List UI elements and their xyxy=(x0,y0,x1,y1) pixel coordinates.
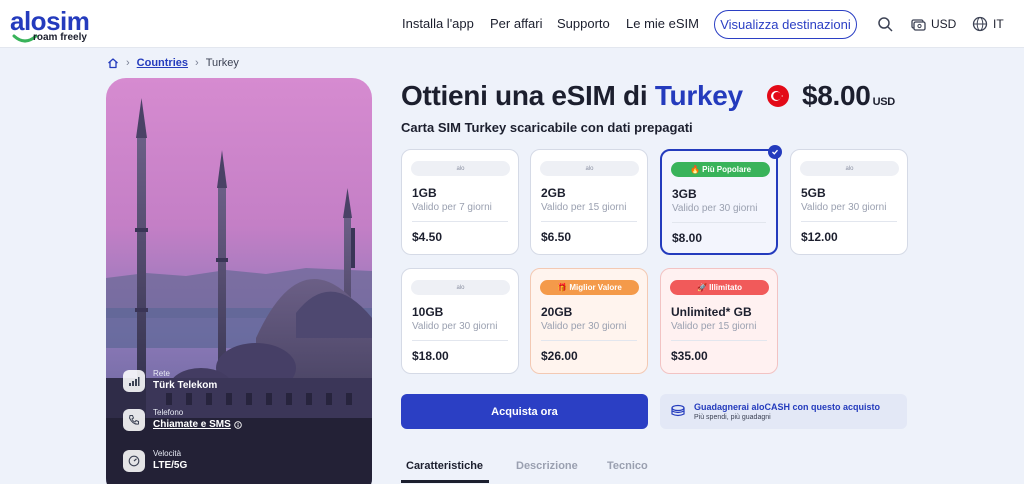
plan-tag: alo xyxy=(411,280,510,295)
breadcrumb-countries-link[interactable]: Countries xyxy=(137,57,188,69)
chevron-right-icon: › xyxy=(126,57,130,69)
price-display: $8.00 USD xyxy=(802,80,895,112)
globe-icon[interactable] xyxy=(972,16,988,32)
selected-check-icon xyxy=(768,145,782,159)
feature-speed: Velocità LTE/5G xyxy=(123,449,187,472)
plan-data: 2GB xyxy=(541,186,566,200)
active-tab-indicator xyxy=(401,480,489,483)
plan-validity: Valido per 30 giorni xyxy=(801,202,887,213)
title-prefix: Ottieni una eSIM di xyxy=(401,80,648,111)
tab-features[interactable]: Caratteristiche xyxy=(406,460,483,472)
breadcrumb-current: Turkey xyxy=(205,57,239,69)
plan-validity: Valido per 15 giorni xyxy=(541,202,627,213)
nav-install-app[interactable]: Installa l'app xyxy=(402,16,474,31)
divider xyxy=(412,221,508,222)
plan-tag: alo xyxy=(800,161,899,176)
plan-tag: alo xyxy=(411,161,510,176)
plan-tag: alo xyxy=(540,161,639,176)
price-currency: USD xyxy=(872,96,896,108)
page-title: Ottieni una eSIM di Turkey xyxy=(401,80,743,112)
product-subtitle: Carta SIM Turkey scaricabile con dati pr… xyxy=(401,120,693,135)
plan-card-unlimited[interactable]: 🚀 Illimitato Unlimited* GB Valido per 15… xyxy=(660,268,778,374)
plan-price: $8.00 xyxy=(672,231,703,245)
plan-price: $18.00 xyxy=(412,349,449,363)
speed-icon xyxy=(123,449,145,472)
nav-support[interactable]: Supporto xyxy=(557,16,610,31)
nav-business[interactable]: Per affari xyxy=(490,16,543,31)
alocash-banner: Guadagnerai aloCASH con questo acquisto … xyxy=(660,394,907,429)
plan-tag-best-value: 🎁 Miglior Valore xyxy=(540,280,639,295)
plan-price: $35.00 xyxy=(671,349,708,363)
plan-data: 3GB xyxy=(672,187,697,201)
feature-label: Rete xyxy=(153,369,170,378)
turkey-flag-icon xyxy=(767,85,789,107)
feature-network: Rete Türk Telekom xyxy=(123,369,217,392)
plan-card-10gb[interactable]: alo 10GB Valido per 30 giorni $18.00 xyxy=(401,268,519,374)
nav-my-esims[interactable]: Le mie eSIM xyxy=(626,16,699,31)
tab-description[interactable]: Descrizione xyxy=(516,460,578,472)
coins-icon xyxy=(671,404,685,417)
buy-now-button[interactable]: Acquista ora xyxy=(401,394,648,429)
feature-value: Türk Telekom xyxy=(153,380,218,391)
phone-icon xyxy=(123,408,145,431)
plan-validity: Valido per 15 giorni xyxy=(671,321,757,332)
divider xyxy=(412,340,508,341)
plan-data: 1GB xyxy=(412,186,437,200)
breadcrumb: › Countries › Turkey xyxy=(107,57,239,69)
home-icon[interactable] xyxy=(107,57,119,69)
plan-card-5gb[interactable]: alo 5GB Valido per 30 giorni $12.00 xyxy=(790,149,908,255)
plan-price: $6.50 xyxy=(541,230,572,244)
currency-icon[interactable] xyxy=(910,16,926,32)
plan-price: $4.50 xyxy=(412,230,443,244)
price-value: $8.00 xyxy=(802,80,871,111)
language-selector[interactable]: IT xyxy=(993,17,1004,31)
top-header: alosim roam freely Installa l'app Per af… xyxy=(0,0,1024,48)
plan-validity: Valido per 30 giorni xyxy=(412,321,498,332)
plan-tag-popular: 🔥 Più Popolare xyxy=(671,162,770,177)
plan-data: 10GB xyxy=(412,305,444,319)
plan-validity: Valido per 30 giorni xyxy=(541,321,627,332)
divider xyxy=(801,221,897,222)
alosim-logo[interactable]: alosim roam freely xyxy=(10,6,120,44)
tab-technical[interactable]: Tecnico xyxy=(607,460,648,472)
plan-card-3gb[interactable]: 🔥 Più Popolare 3GB Valido per 30 giorni … xyxy=(660,145,782,255)
currency-selector[interactable]: USD xyxy=(931,17,956,31)
plan-data: 5GB xyxy=(801,186,826,200)
feature-label: Velocità xyxy=(153,449,182,458)
divider xyxy=(671,340,767,341)
feature-label: Telefono xyxy=(153,408,184,417)
divider xyxy=(541,340,637,341)
signal-icon xyxy=(123,369,145,392)
view-destinations-button[interactable]: Visualizza destinazioni xyxy=(714,10,857,39)
alocash-subtitle: Più spendi, più guadagni xyxy=(694,414,771,421)
plan-card-1gb[interactable]: alo 1GB Valido per 7 giorni $4.50 xyxy=(401,149,519,255)
plan-data: 20GB xyxy=(541,305,573,319)
feature-phone: Telefono Chiamate e SMS xyxy=(123,408,242,431)
plan-tag-unlimited: 🚀 Illimitato xyxy=(670,280,769,295)
plan-data: Unlimited* GB xyxy=(671,305,752,319)
chevron-right-icon: › xyxy=(195,57,199,69)
divider xyxy=(672,222,766,223)
info-icon[interactable] xyxy=(234,420,242,429)
title-country: Turkey xyxy=(654,80,743,111)
search-icon[interactable] xyxy=(877,16,893,32)
plan-card-2gb[interactable]: alo 2GB Valido per 15 giorni $6.50 xyxy=(530,149,648,255)
feature-value: LTE/5G xyxy=(153,460,188,471)
divider xyxy=(541,221,637,222)
logo-tagline: roam freely xyxy=(33,32,87,43)
feature-value: Chiamate e SMS xyxy=(153,419,231,430)
plan-price: $26.00 xyxy=(541,349,578,363)
alocash-title: Guadagnerai aloCASH con questo acquisto xyxy=(694,402,881,412)
plan-validity: Valido per 30 giorni xyxy=(672,203,758,214)
plan-validity: Valido per 7 giorni xyxy=(412,202,492,213)
plan-card-20gb[interactable]: 🎁 Miglior Valore 20GB Valido per 30 gior… xyxy=(530,268,648,374)
plan-price: $12.00 xyxy=(801,230,838,244)
